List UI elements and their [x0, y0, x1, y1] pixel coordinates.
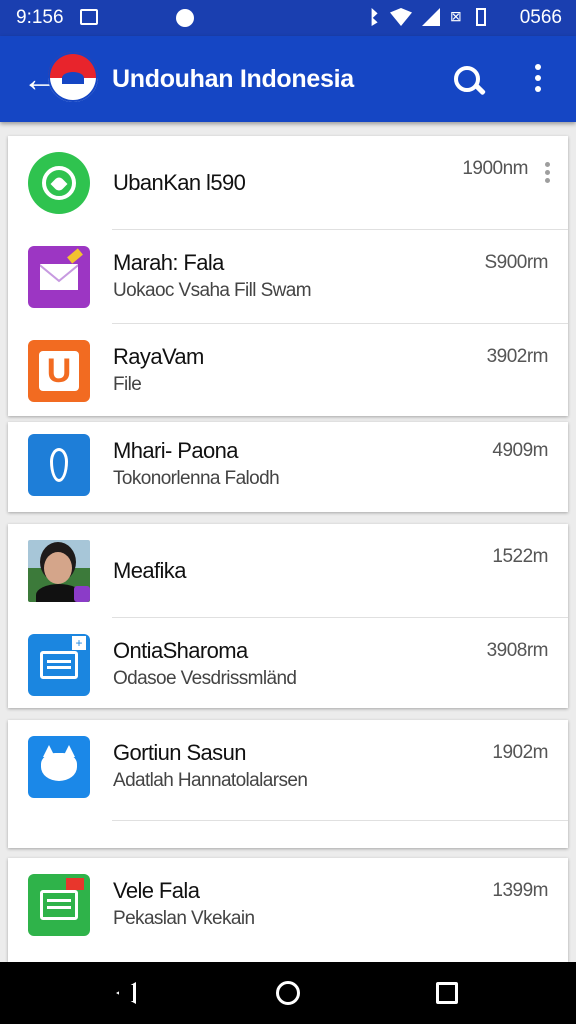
signal-icon — [422, 8, 440, 26]
status-right-text: 0566 — [519, 7, 562, 28]
status-bar: 9:156 ⊠ 0566 — [0, 0, 576, 36]
item-title: Meafika — [113, 558, 186, 583]
item-size: 1399m — [492, 880, 548, 901]
nav-recents-icon[interactable] — [436, 982, 458, 1004]
mail-icon — [28, 246, 90, 308]
notification-dot-icon — [176, 9, 194, 27]
item-title: Mhari- Paona — [113, 438, 238, 463]
list-item[interactable]: U RayaVam File 3902rm — [8, 324, 568, 418]
navigation-bar — [0, 962, 576, 1024]
item-size: 1900nm — [462, 158, 528, 179]
item-title: OntiaSharoma — [113, 638, 248, 663]
list-item[interactable]: Gortiun Sasun Adatlah Hannatolalarsen 19… — [8, 720, 568, 814]
download-card: Vele Fala Pekaslan Vkekain 1399m — [8, 858, 568, 962]
wifi-icon — [390, 8, 412, 26]
nav-home-icon[interactable] — [276, 981, 300, 1005]
divider — [112, 820, 568, 821]
item-subtitle: Tokonorlenna Falodh — [113, 468, 280, 489]
app-logo — [48, 52, 98, 102]
item-size: 1902m — [492, 742, 548, 763]
download-card: Meafika 1522m + OntiaSharoma Odasoe Vesd… — [8, 524, 568, 708]
u-app-icon: U — [28, 340, 90, 402]
item-title: Marah: Fala — [113, 250, 224, 275]
item-subtitle: Uokaoc Vsaha Fill Swam — [113, 280, 312, 301]
list-item[interactable]: Mhari- Paona Tokonorlenna Falodh 4909m — [8, 418, 568, 512]
item-title: RayaVam — [113, 344, 204, 369]
item-size: 1522m — [492, 546, 548, 567]
item-subtitle: File — [113, 374, 142, 395]
search-icon[interactable] — [448, 60, 488, 100]
item-subtitle: Pekaslan Vkekain — [113, 908, 255, 929]
item-size: 3908rm — [486, 640, 549, 661]
sheet-icon — [28, 874, 90, 936]
item-size: 3902rm — [486, 346, 549, 367]
data-icon: ⊠ — [450, 8, 462, 24]
download-card: UbanKan l590 1900nm Marah: Fala Uokaoc V… — [8, 136, 568, 416]
list-item[interactable]: + OntiaSharoma Odasoe Vesdrissmländ 3908… — [8, 618, 568, 712]
image-icon — [80, 9, 98, 25]
download-card: Gortiun Sasun Adatlah Hannatolalarsen 19… — [8, 720, 568, 848]
cat-icon — [28, 736, 90, 798]
card-icon: + — [28, 634, 90, 696]
bluetooth-icon — [371, 8, 378, 26]
item-size: 4909m — [492, 440, 548, 461]
more-vert-icon[interactable] — [528, 64, 548, 98]
list-item[interactable]: Meafika 1522m — [8, 524, 568, 618]
item-subtitle: Adatlah Hannatolalarsen — [113, 770, 308, 791]
status-time: 9:156 — [16, 7, 64, 28]
item-title: Gortiun Sasun — [113, 740, 246, 765]
item-title: Vele Fala — [113, 878, 200, 903]
item-size: S900rm — [484, 252, 548, 273]
page-title: Undouhan Indonesia — [112, 65, 354, 93]
list-item[interactable]: Vele Fala Pekaslan Vkekain 1399m — [8, 858, 568, 952]
battery-icon — [476, 8, 486, 26]
item-subtitle: Odasoe Vesdrissmländ — [113, 668, 297, 689]
item-title: UbanKan l590 — [113, 170, 246, 195]
download-card: Mhari- Paona Tokonorlenna Falodh 4909m — [8, 422, 568, 512]
whatsapp-icon — [28, 152, 90, 214]
pen-nib-icon — [28, 434, 90, 496]
profile-photo-icon — [28, 540, 90, 602]
list-item[interactable]: UbanKan l590 1900nm — [8, 136, 568, 230]
list-item[interactable]: Marah: Fala Uokaoc Vsaha Fill Swam S900r… — [8, 230, 568, 324]
app-bar: ← Undouhan Indonesia — [0, 36, 576, 122]
nav-back-icon[interactable] — [116, 982, 140, 1006]
more-vert-icon[interactable] — [542, 162, 552, 192]
